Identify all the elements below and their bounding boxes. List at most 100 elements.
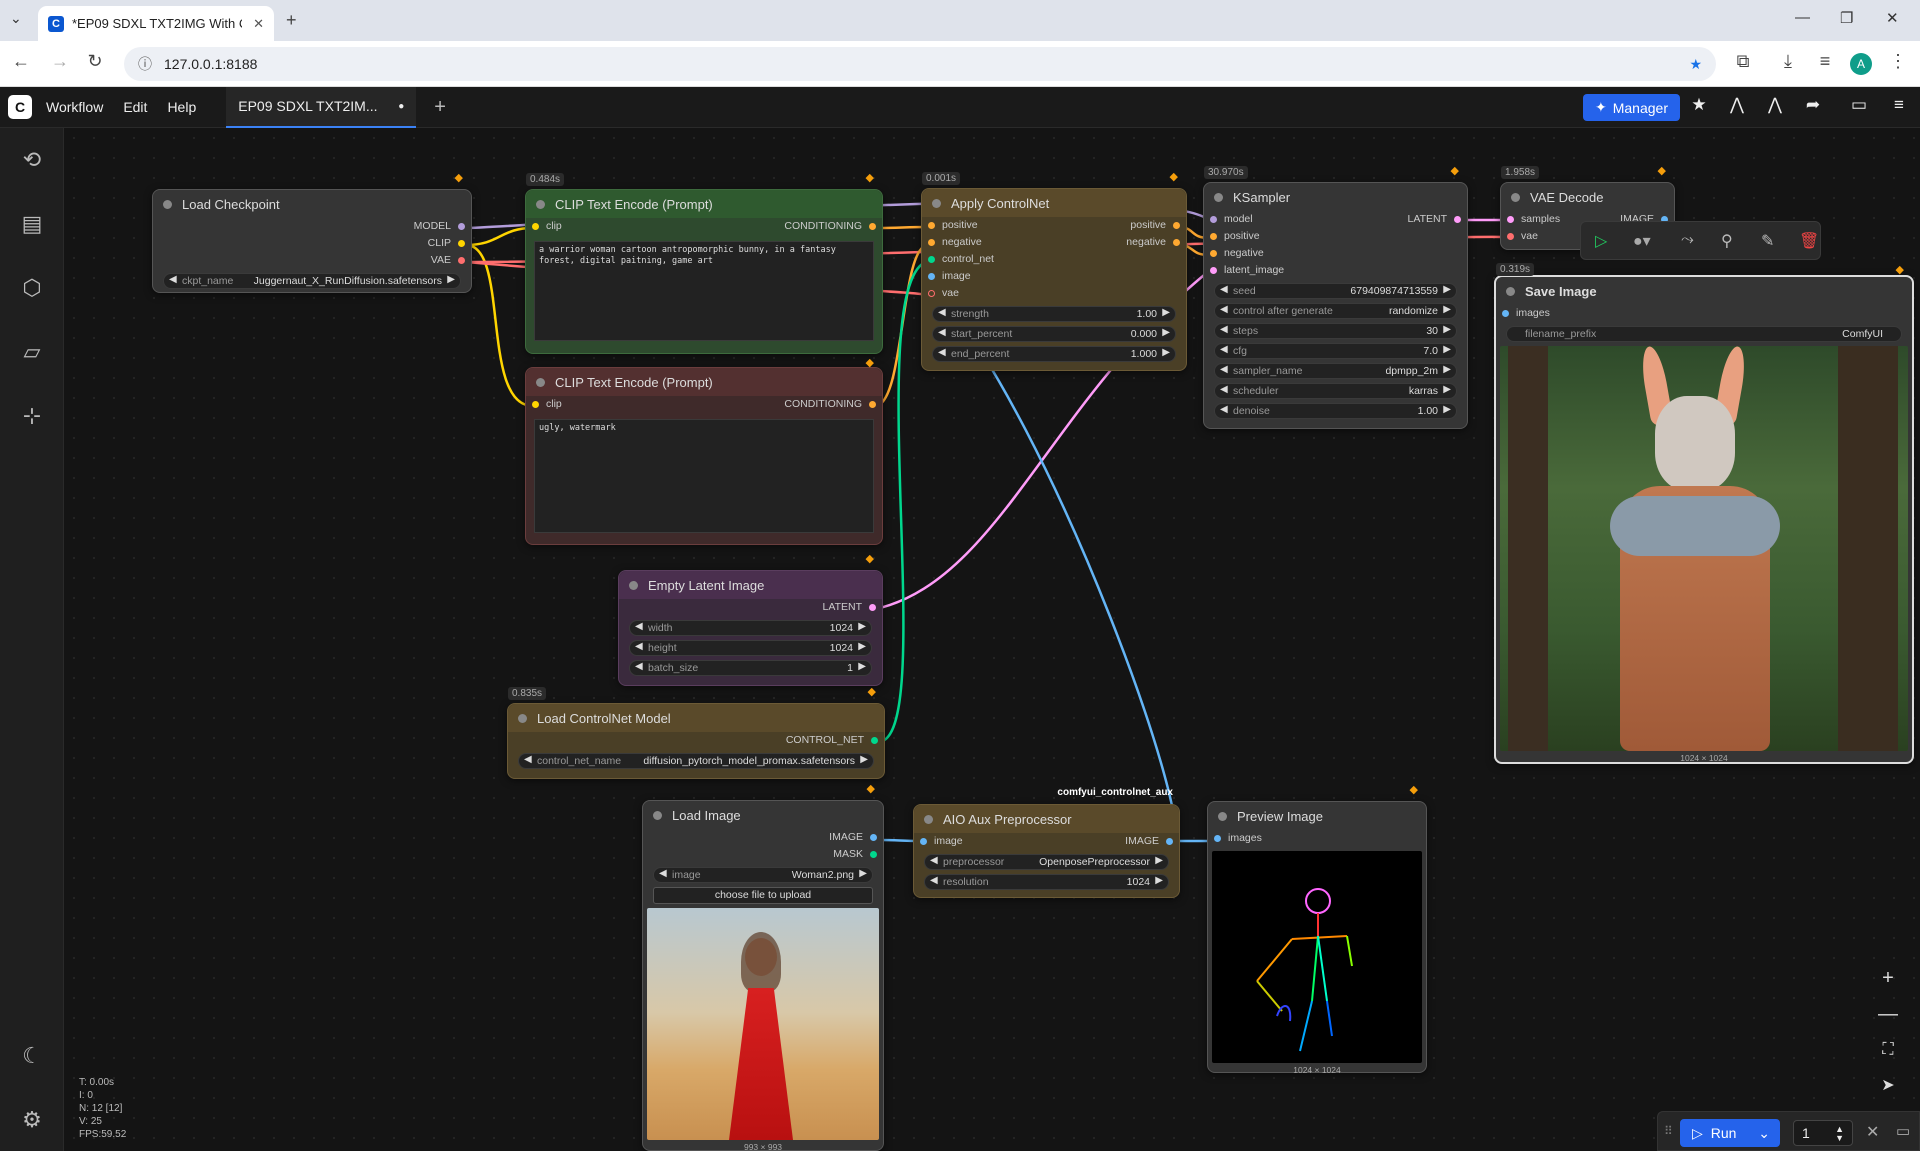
pin-icon[interactable]: ⚲ — [1721, 231, 1733, 251]
slot-dot[interactable] — [532, 223, 539, 230]
collapse-dot[interactable] — [163, 199, 172, 209]
output-slot-mask[interactable]: MASK — [643, 846, 883, 863]
node-title-bar[interactable]: Save Image — [1496, 277, 1912, 305]
widget-batch-size[interactable]: ◀ batch_size 1 ▶ — [629, 660, 872, 676]
collapse-dot[interactable] — [924, 814, 933, 824]
widget-denoise[interactable]: ◀ denoise 1.00 ▶ — [1214, 403, 1457, 419]
input-slot-images[interactable]: images — [1208, 830, 1426, 847]
collapse-dot[interactable] — [1218, 811, 1227, 821]
run-options-chevron-icon[interactable]: ⌄ — [1758, 1125, 1770, 1142]
slot-dot[interactable] — [1210, 250, 1217, 257]
node-apply-controlnet[interactable]: 0.001s ◆ Apply ControlNet positive positi… — [921, 171, 1187, 371]
widget-start-percent[interactable]: ◀ start_percent 0.000 ▶ — [932, 326, 1176, 342]
slot-dot[interactable] — [1507, 233, 1514, 240]
collapse-dot[interactable] — [653, 810, 662, 820]
menu-help[interactable]: Help — [167, 99, 196, 115]
arrow-left-icon[interactable]: ◀ — [1220, 404, 1228, 415]
upload-button[interactable]: choose file to upload — [653, 887, 873, 904]
slot-dot[interactable] — [870, 834, 877, 841]
bypass-icon[interactable]: ⤳ — [1681, 231, 1694, 249]
back-icon[interactable]: ← — [8, 51, 34, 72]
widget-steps[interactable]: ◀ steps 30 ▶ — [1214, 323, 1457, 339]
io-row[interactable]: positive positive — [922, 217, 1186, 234]
slot-dot[interactable] — [928, 239, 935, 246]
io-row[interactable]: negative negative — [922, 234, 1186, 251]
output-slot-latent[interactable]: LATENT — [619, 599, 882, 616]
arrow-left-icon[interactable]: ◀ — [1220, 384, 1228, 395]
arrow-left-icon[interactable]: ◀ — [1220, 304, 1228, 315]
new-workflow-icon[interactable]: + — [434, 96, 446, 119]
arrow-left-icon[interactable]: ◀ — [938, 347, 946, 358]
collapse-dot[interactable] — [1214, 192, 1223, 202]
arrow-right-icon[interactable]: ▶ — [1443, 344, 1451, 355]
prompt-textarea[interactable]: ugly, watermark — [534, 419, 874, 533]
node-title-bar[interactable]: CLIP Text Encode (Prompt) — [526, 190, 882, 218]
arrow-left-icon[interactable]: ◀ — [938, 327, 946, 338]
restore-icon[interactable]: ❐ — [1840, 9, 1853, 27]
node-load-controlnet-model[interactable]: 0.835s ◆ Load ControlNet Model CONTROL_N… — [507, 686, 885, 779]
arrow-left-icon[interactable]: ◀ — [1220, 324, 1228, 335]
node-aio-aux-preprocessor[interactable]: comfyui_controlnet_aux AIO Aux Preproces… — [913, 787, 1180, 898]
widget-cfg[interactable]: ◀ cfg 7.0 ▶ — [1214, 343, 1457, 359]
node-clip-text-negative[interactable]: ◆ CLIP Text Encode (Prompt) clip CONDITIO… — [525, 357, 883, 545]
output-slot-vae[interactable]: VAE — [153, 252, 471, 269]
workflows-folder-icon[interactable]: ▱ — [16, 336, 48, 368]
input-slot-images[interactable]: images — [1496, 305, 1912, 322]
model-library-icon[interactable]: ⬡ — [16, 272, 48, 304]
extensions-icon[interactable]: ⧉ — [1730, 51, 1756, 72]
queue-panel-icon[interactable]: ▭ — [1896, 1122, 1910, 1140]
node-empty-latent[interactable]: ◆ Empty Latent Image LATENT ◀ width 1024 ▶ … — [618, 553, 883, 686]
hamburger-menu-icon[interactable]: ≡ — [1886, 95, 1912, 115]
arrow-left-icon[interactable]: ◀ — [1220, 284, 1228, 295]
widget-filename-prefix[interactable]: filename_prefix ComfyUI — [1506, 326, 1902, 342]
collapse-dot[interactable] — [932, 198, 941, 208]
arrow-right-icon[interactable]: ▶ — [1155, 855, 1163, 866]
node-title-bar[interactable]: Empty Latent Image — [619, 571, 882, 599]
edit-pencil-icon[interactable]: ✎ — [1761, 231, 1774, 251]
io-row[interactable]: model LATENT — [1204, 211, 1467, 228]
arrow-left-icon[interactable]: ◀ — [524, 754, 532, 765]
node-title-bar[interactable]: CLIP Text Encode (Prompt) — [526, 368, 882, 396]
input-image-woman-desert[interactable] — [647, 908, 879, 1140]
node-title-bar[interactable]: Apply ControlNet — [922, 189, 1186, 217]
pose-preview-image[interactable] — [1212, 851, 1422, 1063]
arrow-right-icon[interactable]: ▶ — [1443, 304, 1451, 315]
collapse-dot[interactable] — [629, 580, 638, 590]
widget-end-percent[interactable]: ◀ end_percent 1.000 ▶ — [932, 346, 1176, 362]
widget-control-after-generate[interactable]: ◀ control after generate randomize ▶ — [1214, 303, 1457, 319]
menu-workflow[interactable]: Workflow — [46, 99, 103, 115]
zoom-in-icon[interactable]: + — [1869, 962, 1907, 994]
run-button[interactable]: ▷ Run ⌄ — [1680, 1119, 1780, 1147]
widget-ckpt-name[interactable]: ◀ ckpt_name Juggernaut_X_RunDiffusion.safe… — [163, 273, 461, 289]
slot-dot[interactable] — [1214, 835, 1221, 842]
output-slot-image[interactable]: IMAGE — [643, 829, 883, 846]
output-slot-clip[interactable]: CLIP — [153, 235, 471, 252]
model-icon-2[interactable]: ⋀ — [1762, 95, 1788, 115]
input-slot-positive[interactable]: positive — [1204, 228, 1467, 245]
color-picker-icon[interactable]: ●▾ — [1633, 231, 1651, 251]
slot-dot[interactable] — [1210, 267, 1217, 274]
slot-dot[interactable] — [870, 851, 877, 858]
widget-width[interactable]: ◀ width 1024 ▶ — [629, 620, 872, 636]
node-title-bar[interactable]: Load Image — [643, 801, 883, 829]
forward-icon[interactable]: → — [47, 51, 73, 72]
select-mode-icon[interactable]: ➤ — [1869, 1070, 1907, 1102]
arrow-right-icon[interactable]: ▶ — [1162, 327, 1170, 338]
site-info-icon[interactable]: ⓘ — [138, 54, 152, 74]
arrow-left-icon[interactable]: ◀ — [169, 274, 177, 285]
widget-height[interactable]: ◀ height 1024 ▶ — [629, 640, 872, 656]
node-title-bar[interactable]: AIO Aux Preprocessor — [914, 805, 1179, 833]
drag-handle-icon[interactable]: ⠿ — [1664, 1124, 1673, 1138]
run-node-play-icon[interactable]: ▷ — [1595, 231, 1607, 251]
node-clip-text-positive[interactable]: 0.484s ◆ CLIP Text Encode (Prompt) clip C… — [525, 172, 883, 354]
queue-history-icon[interactable]: ⟲ — [16, 144, 48, 176]
collapse-dot[interactable] — [518, 713, 527, 723]
slot-dot[interactable] — [928, 256, 935, 263]
arrow-right-icon[interactable]: ▶ — [1162, 347, 1170, 358]
arrow-left-icon[interactable]: ◀ — [1220, 344, 1228, 355]
delete-trash-icon[interactable]: 🗑 — [1799, 231, 1819, 251]
slot-dot[interactable] — [1210, 216, 1217, 223]
slot-dot[interactable] — [928, 222, 935, 229]
slot-dot[interactable] — [1507, 216, 1514, 223]
browser-menu-icon[interactable]: ⋮ — [1885, 51, 1911, 72]
